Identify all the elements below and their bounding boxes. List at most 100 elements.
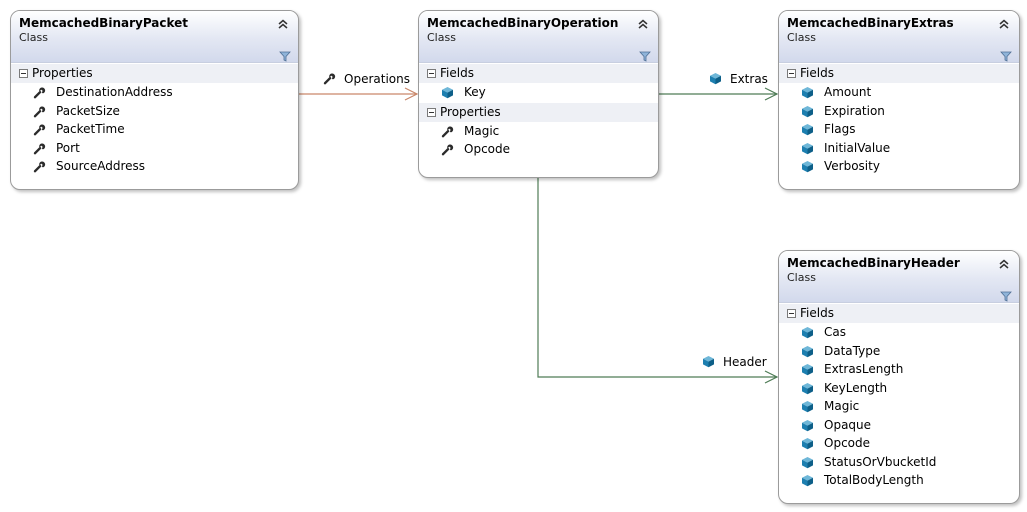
- section-properties[interactable]: Properties: [419, 101, 658, 122]
- member-opcode[interactable]: Opcode: [419, 140, 658, 159]
- field-cube-icon: [801, 160, 814, 173]
- collapse-minus-icon[interactable]: [427, 107, 436, 117]
- filter-funnel-icon[interactable]: [279, 47, 291, 62]
- class-memcached-binary-operation[interactable]: MemcachedBinaryOperation Class Fields Key Pr…: [418, 10, 659, 178]
- class-memcached-binary-header[interactable]: MemcachedBinaryHeader Class Fields Cas DataT…: [778, 250, 1020, 504]
- member-label: Port: [56, 140, 80, 155]
- class-memcached-binary-packet[interactable]: MemcachedBinaryPacket Class Properties Dest…: [10, 10, 299, 190]
- wrench-icon: [33, 123, 46, 136]
- collapse-chevron-icon[interactable]: [998, 255, 1010, 269]
- member-packet-time[interactable]: PacketTime: [11, 120, 298, 139]
- class-name: MemcachedBinaryOperation: [427, 16, 619, 30]
- member-packet-size[interactable]: PacketSize: [11, 102, 298, 121]
- member-flags[interactable]: Flags: [779, 120, 1019, 139]
- member-extras-length[interactable]: ExtrasLength: [779, 360, 1019, 379]
- field-cube-icon: [801, 123, 814, 136]
- collapse-chevron-icon[interactable]: [998, 15, 1010, 29]
- member-status-or-vbucket-id[interactable]: StatusOrVbucketId: [779, 453, 1019, 472]
- collapse-minus-icon[interactable]: [787, 69, 796, 78]
- member-label: Magic: [824, 399, 860, 413]
- member-label: ExtrasLength: [824, 362, 904, 376]
- member-cas[interactable]: Cas: [779, 323, 1019, 342]
- field-cube-icon: [702, 355, 715, 368]
- field-cube-icon: [801, 474, 814, 487]
- wrench-icon: [323, 72, 336, 85]
- filter-funnel-icon[interactable]: [639, 47, 651, 62]
- member-label: DestinationAddress: [56, 85, 173, 99]
- field-cube-icon: [801, 419, 814, 432]
- class-header: MemcachedBinaryHeader Class: [779, 251, 1019, 303]
- member-label: Cas: [824, 325, 846, 339]
- member-opaque[interactable]: Opaque: [779, 416, 1019, 435]
- collapse-minus-icon[interactable]: [427, 69, 436, 78]
- field-cube-icon: [801, 363, 814, 376]
- collapse-minus-icon[interactable]: [787, 309, 796, 318]
- member-key-length[interactable]: KeyLength: [779, 379, 1019, 398]
- extras-association-label[interactable]: Extras: [709, 72, 768, 86]
- member-label: Opaque: [824, 417, 872, 432]
- class-kind: Class: [19, 31, 48, 44]
- filter-funnel-icon[interactable]: [1000, 47, 1012, 62]
- class-kind: Class: [787, 31, 816, 44]
- wrench-icon: [33, 86, 46, 99]
- collapse-minus-icon[interactable]: [19, 69, 28, 78]
- field-cube-icon: [709, 72, 722, 85]
- member-label: Key: [464, 85, 486, 99]
- field-cube-icon: [801, 86, 814, 99]
- class-header: MemcachedBinaryPacket Class: [11, 11, 298, 63]
- header-association-label[interactable]: Header: [702, 355, 767, 369]
- member-label: InitialValue: [824, 140, 891, 155]
- wrench-icon: [441, 143, 454, 156]
- member-port[interactable]: Port: [11, 139, 298, 158]
- member-source-address[interactable]: SourceAddress: [11, 157, 298, 176]
- section-title: Properties: [440, 104, 501, 119]
- wrench-icon: [33, 105, 46, 118]
- class-kind: Class: [427, 31, 456, 44]
- class-name: MemcachedBinaryExtras: [787, 16, 954, 30]
- member-label: PacketSize: [56, 103, 120, 118]
- class-memcached-binary-extras[interactable]: MemcachedBinaryExtras Class Fields Amount Ex…: [778, 10, 1020, 190]
- member-opcode[interactable]: Opcode: [779, 434, 1019, 453]
- class-header: MemcachedBinaryExtras Class: [779, 11, 1019, 63]
- member-initial-value[interactable]: InitialValue: [779, 139, 1019, 158]
- member-label: KeyLength: [824, 380, 888, 395]
- member-label: Amount: [824, 85, 872, 99]
- member-magic[interactable]: Magic: [419, 122, 658, 141]
- member-label: Opcode: [824, 436, 871, 450]
- member-data-type[interactable]: DataType: [779, 342, 1019, 361]
- field-cube-icon: [801, 400, 814, 413]
- member-verbosity[interactable]: Verbosity: [779, 157, 1019, 176]
- class-header: MemcachedBinaryOperation Class: [419, 11, 658, 63]
- member-amount[interactable]: Amount: [779, 83, 1019, 102]
- member-label: Opcode: [464, 142, 511, 156]
- collapse-chevron-icon[interactable]: [277, 15, 289, 29]
- field-cube-icon: [801, 456, 814, 469]
- member-label: Flags: [824, 122, 856, 136]
- member-magic[interactable]: Magic: [779, 397, 1019, 416]
- member-destination-address[interactable]: DestinationAddress: [11, 83, 298, 102]
- member-label: Expiration: [824, 103, 885, 118]
- extras-label-text: Extras: [730, 72, 768, 86]
- section-title: Fields: [800, 306, 834, 320]
- operations-association-label[interactable]: Operations: [323, 72, 410, 86]
- collapse-chevron-icon[interactable]: [637, 15, 649, 29]
- class-name: MemcachedBinaryPacket: [19, 16, 189, 30]
- member-label: SourceAddress: [56, 159, 146, 173]
- wrench-icon: [441, 125, 454, 138]
- section-fields[interactable]: Fields: [779, 303, 1019, 323]
- section-fields[interactable]: Fields: [419, 63, 658, 83]
- member-total-body-length[interactable]: TotalBodyLength: [779, 471, 1019, 490]
- filter-funnel-icon[interactable]: [1000, 287, 1012, 302]
- field-cube-icon: [801, 326, 814, 339]
- member-expiration[interactable]: Expiration: [779, 102, 1019, 121]
- field-cube-icon: [801, 382, 814, 395]
- section-properties[interactable]: Properties: [11, 63, 298, 83]
- member-label: TotalBodyLength: [824, 473, 924, 487]
- field-cube-icon: [801, 345, 814, 358]
- member-key[interactable]: Key: [419, 83, 658, 102]
- field-cube-icon: [801, 437, 814, 450]
- class-name: MemcachedBinaryHeader: [787, 256, 960, 270]
- section-fields[interactable]: Fields: [779, 63, 1019, 83]
- wrench-icon: [33, 142, 46, 155]
- field-cube-icon: [441, 86, 454, 99]
